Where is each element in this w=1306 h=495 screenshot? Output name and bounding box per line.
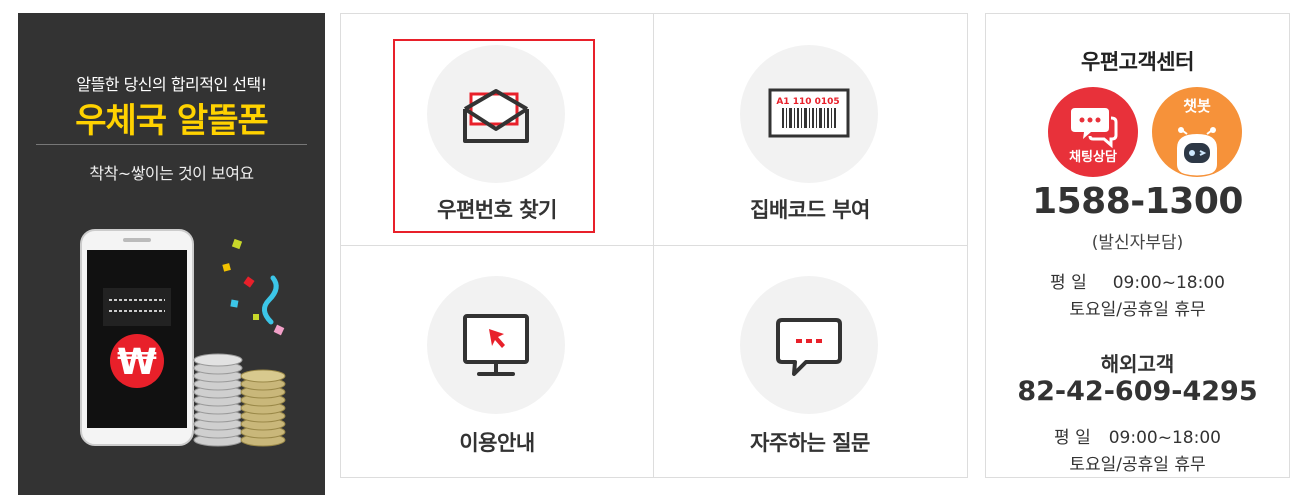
overseas-phone-number: 82-42-609-4295 bbox=[1017, 376, 1258, 407]
menu-item-postcode-search[interactable]: 우편번호 찾기 bbox=[341, 14, 653, 245]
customer-center-title: 우편고객센터 bbox=[1081, 50, 1194, 74]
chatbot-label: 챗봇 bbox=[1183, 97, 1211, 115]
overseas-holiday-notice: 토요일/공휴일 휴무 bbox=[1069, 455, 1206, 475]
banner-tagline: 알뜰한 당신의 합리적인 선택! bbox=[76, 75, 267, 94]
weekday-time: 09:00~18:00 bbox=[1112, 273, 1225, 293]
weekday-label: 평 일 bbox=[1050, 273, 1087, 293]
caller-pays-note: (발신자부담) bbox=[1091, 233, 1184, 253]
chat-consult-button[interactable]: 채팅상담 bbox=[1047, 86, 1139, 178]
menu-item-label: 이용안내 bbox=[459, 431, 535, 455]
service-menu-grid: 우편번호 찾기 A1 110 0105 집배코드 부여 이용안내 자주하는 질문 bbox=[340, 13, 968, 478]
menu-item-label: 자주하는 질문 bbox=[750, 431, 870, 455]
weekday-time: 09:00~18:00 bbox=[1108, 428, 1221, 448]
banner-subline: 착착~쌓이는 것이 보여요 bbox=[89, 164, 254, 183]
main-phone-number: 1588-1300 bbox=[1032, 181, 1243, 222]
menu-item-usage-guide[interactable]: 이용안내 bbox=[341, 246, 653, 477]
phone-coins-illustration: ₩ bbox=[80, 229, 286, 447]
holiday-notice: 토요일/공휴일 휴무 bbox=[1069, 300, 1206, 320]
menu-item-label: 집배코드 부여 bbox=[750, 198, 870, 222]
weekday-label: 평 일 bbox=[1054, 428, 1091, 448]
promo-banner[interactable]: 알뜰한 당신의 합리적인 선택! 우체국 알뜰폰 착착~쌓이는 것이 보여요 ₩ bbox=[18, 13, 325, 495]
barcode-text: A1 110 0105 bbox=[776, 97, 839, 107]
speech-bubble-icon bbox=[740, 276, 878, 414]
overseas-title: 해외고객 bbox=[1100, 352, 1175, 376]
chatbot-button[interactable]: 챗봇 bbox=[1151, 86, 1243, 178]
won-symbol: ₩ bbox=[117, 342, 157, 383]
banner-divider bbox=[36, 144, 307, 145]
overseas-weekday-hours: 평 일 09:00~18:00 bbox=[986, 423, 1289, 448]
menu-item-label: 우편번호 찾기 bbox=[437, 198, 557, 222]
weekday-hours: 평 일 09:00~18:00 bbox=[986, 268, 1289, 293]
menu-item-delivery-code[interactable]: A1 110 0105 집배코드 부여 bbox=[654, 14, 966, 245]
menu-item-faq[interactable]: 자주하는 질문 bbox=[654, 246, 966, 477]
chat-consult-label: 채팅상담 bbox=[1069, 149, 1117, 165]
monitor-cursor-icon bbox=[427, 276, 565, 414]
envelope-icon bbox=[427, 45, 565, 183]
banner-headline: 우체국 알뜰폰 bbox=[75, 101, 269, 141]
barcode-label-icon: A1 110 0105 bbox=[740, 45, 878, 183]
customer-center-panel: 우편고객센터 채팅상담 챗봇 1588-1300 (발신자부담) 평 일 09:… bbox=[985, 13, 1290, 478]
